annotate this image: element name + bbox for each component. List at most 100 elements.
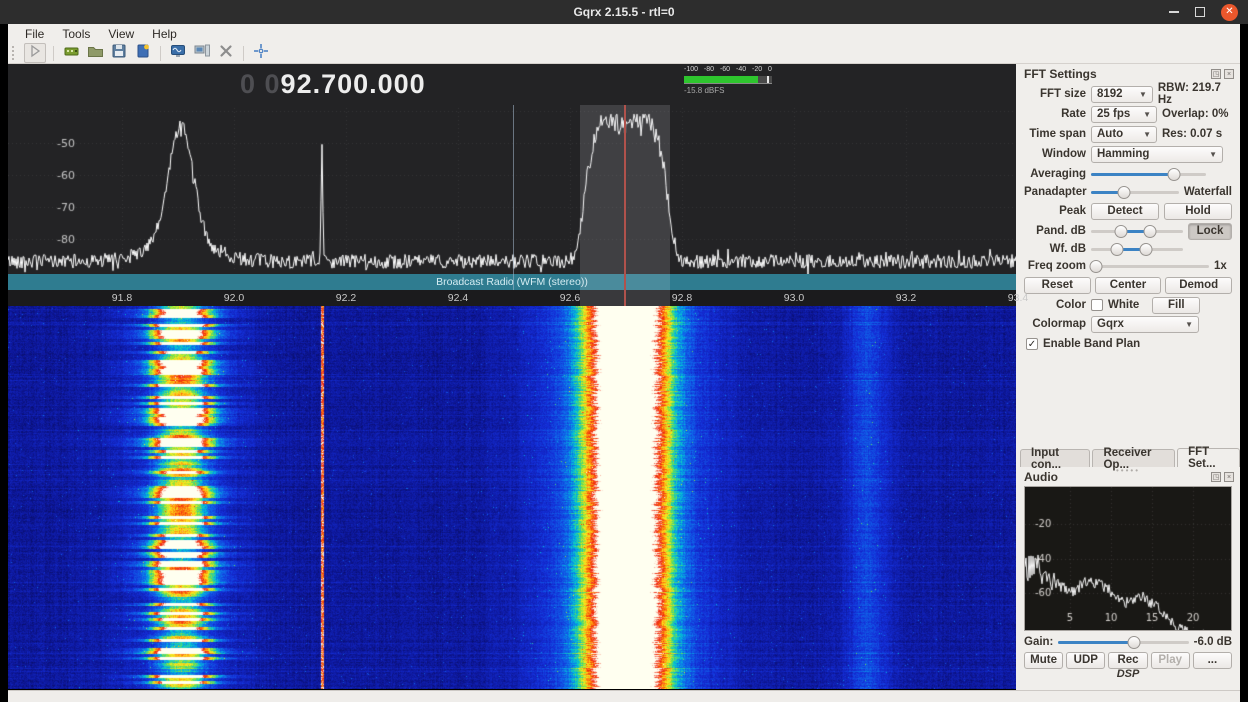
meter-tick: -20 <box>752 66 762 74</box>
freq-tick-label: 92.2 <box>336 292 356 304</box>
pand-db-range-slider[interactable] <box>1091 223 1183 240</box>
frequency-display[interactable]: 0 092.700.000 <box>240 69 426 100</box>
color-label: Color <box>1024 299 1086 311</box>
float-panel-icon[interactable]: ◳ <box>1211 472 1221 482</box>
rate-select[interactable]: 25 fps▼ <box>1091 106 1157 123</box>
bookmark-button[interactable] <box>133 44 153 62</box>
center-fft-button[interactable]: Center <box>1095 277 1162 294</box>
averaging-slider[interactable] <box>1091 166 1206 183</box>
meter-tick: -80 <box>704 66 714 74</box>
averaging-label: Averaging <box>1024 168 1086 180</box>
start-dsp-button[interactable] <box>24 43 46 63</box>
tuning-line[interactable] <box>624 105 626 306</box>
fft-size-select[interactable]: 8192▼ <box>1091 86 1153 103</box>
audio-spectrum-plot <box>1024 486 1232 631</box>
toolbar-separator <box>160 46 161 61</box>
freq-tick-label: 92.0 <box>224 292 244 304</box>
toolbar-grip[interactable] <box>12 46 18 60</box>
maximize-icon[interactable] <box>1195 7 1205 17</box>
wf-db-range-slider[interactable] <box>1091 241 1183 258</box>
center-button[interactable] <box>251 44 271 62</box>
colormap-select[interactable]: Gqrx▼ <box>1091 316 1199 333</box>
chevron-down-icon: ▼ <box>1139 90 1147 99</box>
freq-tick-label: 91.8 <box>112 292 132 304</box>
dsp-display-button[interactable] <box>168 44 188 62</box>
tab-fft-settings[interactable]: FFT Set... <box>1177 448 1240 467</box>
close-panel-icon[interactable]: × <box>1224 69 1234 79</box>
white-label: White <box>1108 299 1139 311</box>
fft-settings-title: FFT Settings <box>1024 67 1208 81</box>
fft-settings-panel: FFT Settings ◳ × FFT size 8192▼ RBW: 219… <box>1016 64 1240 690</box>
io-devices-button[interactable] <box>61 44 81 62</box>
audio-spectrum-canvas <box>1025 487 1231 630</box>
overlap-value: Overlap: 0% <box>1162 108 1228 120</box>
freq-tick-label: 92.4 <box>448 292 468 304</box>
menu-view[interactable]: View <box>99 24 143 43</box>
menu-tools[interactable]: Tools <box>53 24 99 43</box>
freq-zoom-value: 1x <box>1214 260 1232 272</box>
time-span-label: Time span <box>1024 128 1086 140</box>
play-button[interactable]: Play <box>1151 652 1190 669</box>
freq-tick-label: 92.8 <box>672 292 692 304</box>
tab-receiver-options[interactable]: Receiver Op... <box>1092 449 1175 467</box>
panadapter-plot[interactable]: 0 092.700.000 -100 -80 -60 -40 -20 0 -15… <box>8 64 1016 306</box>
mute-button[interactable]: Mute <box>1024 652 1063 669</box>
computer-icon <box>194 43 211 64</box>
window-title: Gqrx 2.15.5 - rtl=0 <box>573 5 674 19</box>
colormap-label: Colormap <box>1024 318 1086 330</box>
res-value: Res: 0.07 s <box>1162 128 1222 140</box>
spectrum-canvas[interactable] <box>8 64 1016 274</box>
close-icon[interactable]: ✕ <box>1221 4 1238 21</box>
enable-band-plan-checkbox[interactable]: ✓ <box>1026 338 1038 350</box>
freq-zoom-label: Freq zoom <box>1024 260 1086 272</box>
panadapter-waterfall-slider[interactable] <box>1091 184 1179 201</box>
signal-meter-value: -15.8 dBFS <box>684 86 772 95</box>
time-span-select[interactable]: Auto▼ <box>1091 126 1157 143</box>
float-panel-icon[interactable]: ◳ <box>1211 69 1221 79</box>
signal-meter-bar <box>684 76 772 84</box>
waterfall-label: Waterfall <box>1184 186 1232 198</box>
crosshair-icon <box>253 43 269 64</box>
window-label: Window <box>1024 148 1086 160</box>
gain-value: -6.0 dB <box>1194 636 1232 648</box>
save-button[interactable] <box>109 44 129 62</box>
peak-hold-button[interactable]: Hold <box>1164 203 1232 220</box>
close-panel-icon[interactable]: × <box>1224 472 1234 482</box>
menu-file[interactable]: File <box>16 24 53 43</box>
chevron-down-icon: ▼ <box>1185 320 1193 329</box>
demod-button[interactable]: Demod <box>1165 277 1232 294</box>
bandplan-bar[interactable]: Broadcast Radio (WFM (stereo)) <box>8 274 1016 290</box>
gain-label: Gain: <box>1024 636 1053 648</box>
rec-button[interactable]: Rec <box>1108 652 1147 669</box>
udp-button[interactable]: UDP <box>1066 652 1105 669</box>
pand-db-label: Pand. dB <box>1024 225 1086 237</box>
pand-db-lock-button[interactable]: Lock <box>1188 223 1232 240</box>
menu-help[interactable]: Help <box>143 24 186 43</box>
frequency-axis: 91.892.092.292.492.692.893.093.293.4 <box>8 290 1016 306</box>
minimize-icon[interactable] <box>1169 11 1179 13</box>
audio-gain-slider[interactable] <box>1058 634 1188 651</box>
meter-tick: 0 <box>768 66 772 74</box>
audio-options-button[interactable]: ... <box>1193 652 1232 669</box>
tools-button[interactable] <box>216 44 236 62</box>
toolbar <box>8 43 1240 64</box>
dsp-label: DSP <box>1016 668 1240 680</box>
signal-meter-scale: -100 -80 -60 -40 -20 0 <box>684 66 772 74</box>
signal-meter-fill <box>684 76 758 83</box>
white-checkbox[interactable] <box>1091 299 1103 311</box>
title-bar[interactable]: Gqrx 2.15.5 - rtl=0 ✕ <box>0 0 1248 24</box>
remote-control-button[interactable] <box>192 44 212 62</box>
open-button[interactable] <box>85 44 105 62</box>
folder-icon <box>87 43 104 64</box>
status-bar <box>8 690 1240 702</box>
tab-input-controls[interactable]: Input con... <box>1020 449 1090 467</box>
freq-zoom-slider[interactable] <box>1091 258 1209 275</box>
chevron-down-icon: ▼ <box>1209 150 1217 159</box>
waterfall-display[interactable] <box>8 306 1016 689</box>
frequency-value: 92.700.000 <box>281 69 426 99</box>
window-select[interactable]: Hamming▼ <box>1091 146 1223 163</box>
reset-button[interactable]: Reset <box>1024 277 1091 294</box>
fill-button[interactable]: Fill <box>1152 297 1200 314</box>
peak-detect-button[interactable]: Detect <box>1091 203 1159 220</box>
enable-band-plan-label: Enable Band Plan <box>1043 338 1140 350</box>
